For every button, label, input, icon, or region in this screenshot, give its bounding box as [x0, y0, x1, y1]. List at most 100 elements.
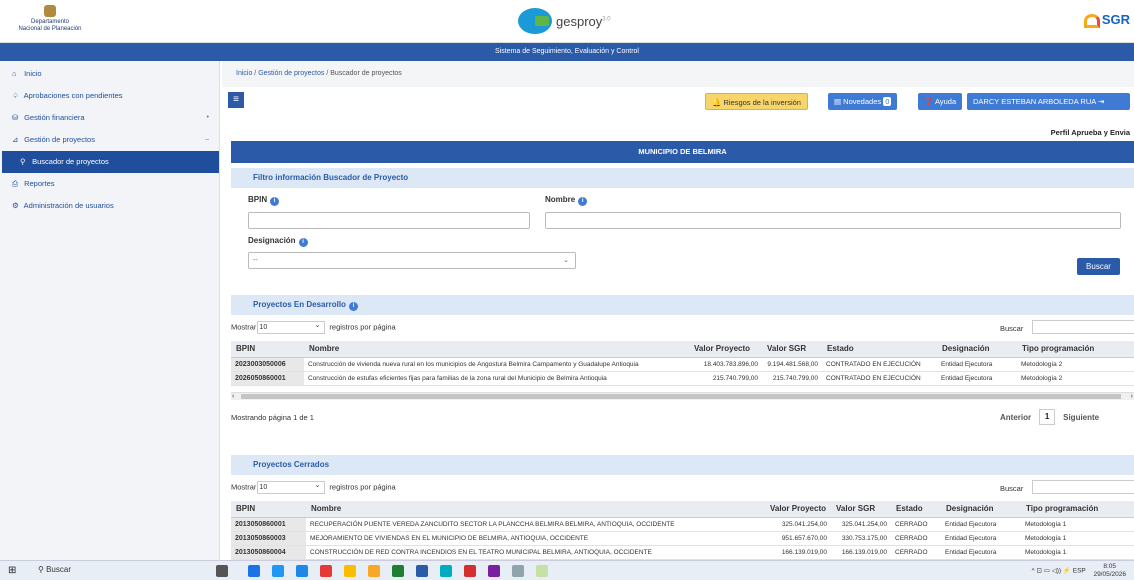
nombre-input[interactable]	[545, 212, 1121, 229]
nombre-label-text: Nombre	[545, 195, 576, 204]
taskbar-search[interactable]: ⚲ Buscar	[38, 565, 71, 574]
sidebar-item-gestion-financiera[interactable]: ⛁ Gestión financiera •	[0, 107, 219, 129]
app4-icon[interactable]	[536, 565, 548, 577]
language-indicator[interactable]: ESP	[1073, 568, 1086, 575]
col-tipo[interactable]: Tipo programación	[1017, 341, 1134, 358]
gear-icon: ⚙	[12, 201, 19, 210]
col-designacion[interactable]: Designación	[937, 341, 1017, 358]
app3-icon[interactable]	[512, 565, 524, 577]
buscar-button[interactable]: Buscar	[1077, 258, 1120, 275]
cerrados-search-input[interactable]	[1032, 480, 1134, 494]
sidebar-item-label: Administración de usuarios	[23, 201, 114, 210]
pdf-icon[interactable]	[464, 565, 476, 577]
bpin-input[interactable]	[248, 212, 530, 229]
sgr-text: SGR	[1101, 12, 1130, 27]
excel-icon[interactable]	[392, 565, 404, 577]
designacion-label: Designación i	[248, 236, 308, 247]
page-button-1[interactable]: 1	[1039, 409, 1056, 425]
cell-bpin: 2026050860001	[231, 371, 304, 386]
cerrados-length: Mostrar10 registros por página	[231, 480, 396, 494]
desarrollo-search-input[interactable]	[1032, 320, 1134, 334]
sidebar: ⌂ Inicio ♤ Aprobaciones con pendientes ⛁…	[0, 61, 220, 560]
dnp-logo: Departamento Nacional de Planeación	[10, 5, 90, 33]
col-valor-proyecto[interactable]: Valor Proyecto	[736, 501, 831, 518]
sidebar-item-aprobaciones[interactable]: ♤ Aprobaciones con pendientes	[0, 85, 219, 107]
sidebar-item-buscador[interactable]: ⚲ Buscador de proyectos	[2, 151, 219, 173]
menu-button[interactable]: ≡	[228, 92, 244, 108]
next-button[interactable]: Siguiente	[1063, 413, 1099, 422]
user-button[interactable]: DARCY ESTEBAN ARBOLEDA RUA ⇥	[967, 93, 1130, 110]
sgr-logo: SGR	[1083, 12, 1130, 28]
col-valor-proyecto[interactable]: Valor Proyecto	[689, 341, 762, 358]
system-tray[interactable]: ^ ⊡ ▭ ◁)) ⚡ ESP 8:05 29/05/2026	[1032, 563, 1126, 579]
info-icon[interactable]: i	[348, 302, 358, 311]
chart-icon: ⊿	[12, 135, 19, 144]
scroll-right-icon[interactable]: ›	[1131, 393, 1133, 400]
home-icon: ⌂	[12, 69, 17, 78]
novedades-button[interactable]: ▤ Novedades 0	[828, 93, 898, 110]
horizontal-scrollbar[interactable]: ‹ ›	[231, 392, 1134, 400]
table-row[interactable]: 2023003050006 Construcción de vivienda n…	[231, 357, 1134, 372]
col-valor-sgr[interactable]: Valor SGR	[831, 501, 891, 518]
report-icon: ⎙	[12, 179, 18, 188]
mostrar-label: Mostrar	[231, 482, 257, 492]
col-tipo[interactable]: Tipo programación	[1021, 501, 1134, 518]
col-bpin[interactable]: BPIN	[231, 501, 306, 518]
table-row[interactable]: 2026050860001 Construcción de estufas ef…	[231, 371, 1134, 386]
ayuda-button[interactable]: ❓ Ayuda	[918, 93, 963, 110]
app-icon[interactable]	[440, 565, 452, 577]
sidebar-item-label: Reportes	[24, 179, 55, 188]
col-nombre[interactable]: Nombre	[304, 341, 689, 358]
col-bpin[interactable]: BPIN	[231, 341, 304, 358]
windows-start-icon[interactable]: ⊞	[8, 565, 20, 577]
sidebar-item-inicio[interactable]: ⌂ Inicio	[0, 63, 219, 85]
expand-icon: •	[206, 114, 209, 121]
task-view-icon[interactable]	[216, 565, 228, 577]
info-icon[interactable]: i	[578, 197, 588, 206]
folder-icon[interactable]	[368, 565, 380, 577]
sidebar-item-usuarios[interactable]: ⚙ Administración de usuarios	[0, 195, 219, 217]
perfil-label: Perfil Aprueba y Envia	[1050, 128, 1130, 137]
col-estado[interactable]: Estado	[822, 341, 937, 358]
col-nombre[interactable]: Nombre	[306, 501, 736, 518]
municipio-header: MUNICIPIO DE BELMIRA	[231, 141, 1134, 163]
riesgos-button[interactable]: 🔔 Riesgos de la inversión	[705, 93, 808, 110]
scroll-left-icon[interactable]: ‹	[232, 393, 234, 400]
col-valor-sgr[interactable]: Valor SGR	[762, 341, 822, 358]
mail-icon[interactable]	[272, 565, 284, 577]
breadcrumb: Inicio / Gestión de proyectos / Buscador…	[222, 61, 1134, 87]
sidebar-item-reportes[interactable]: ⎙ Reportes	[0, 173, 219, 195]
breadcrumb-gestion[interactable]: Gestión de proyectos	[258, 70, 324, 77]
table-row[interactable]: 2013050860001 RECUPERACIÓN PUENTE VEREDA…	[231, 517, 1134, 532]
word-icon[interactable]	[416, 565, 428, 577]
chrome-icon[interactable]	[344, 565, 356, 577]
desarrollo-search: Buscar	[1000, 320, 1134, 334]
sidebar-item-label: Buscador de proyectos	[32, 157, 109, 166]
photos-icon[interactable]	[296, 565, 308, 577]
novedades-badge: 0	[883, 97, 892, 106]
cell-valor-proyecto: 215.740.799,00	[689, 371, 762, 386]
search-icon: ⚲	[20, 157, 26, 166]
table-row[interactable]: 2013050860004 CONSTRUCCIÓN DE RED CONTRA…	[231, 545, 1134, 560]
breadcrumb-inicio[interactable]: Inicio	[236, 70, 252, 77]
mostrar-label: Mostrar	[231, 322, 257, 332]
info-icon[interactable]: i	[298, 238, 308, 247]
scroll-thumb[interactable]	[241, 394, 1121, 399]
cell-designacion: Entidad Ejecutora	[937, 371, 1017, 386]
page-length-select[interactable]: 10	[257, 320, 326, 334]
tray-icons[interactable]: ^ ⊡ ▭ ◁)) ⚡	[1032, 568, 1071, 575]
edge-icon[interactable]	[248, 565, 260, 577]
app2-icon[interactable]	[488, 565, 500, 577]
sidebar-item-gestion-proyectos[interactable]: ⊿ Gestión de proyectos –	[0, 129, 219, 151]
table-row[interactable]: 2013050860003 MEJORAMIENTO DE VIVIENDAS …	[231, 531, 1134, 546]
cell-valor-proyecto: 166.139.019,00	[736, 545, 831, 560]
page-length-select[interactable]: 10	[257, 480, 326, 494]
cell-estado: CERRADO	[891, 545, 941, 560]
designacion-select[interactable]: -- ⌄	[248, 252, 576, 269]
firefox-icon[interactable]	[320, 565, 332, 577]
prev-button[interactable]: Anterior	[1000, 413, 1031, 422]
clock-date: 29/05/2026	[1093, 571, 1126, 578]
info-icon[interactable]: i	[270, 197, 280, 206]
col-estado[interactable]: Estado	[891, 501, 941, 518]
col-designacion[interactable]: Designación	[941, 501, 1021, 518]
